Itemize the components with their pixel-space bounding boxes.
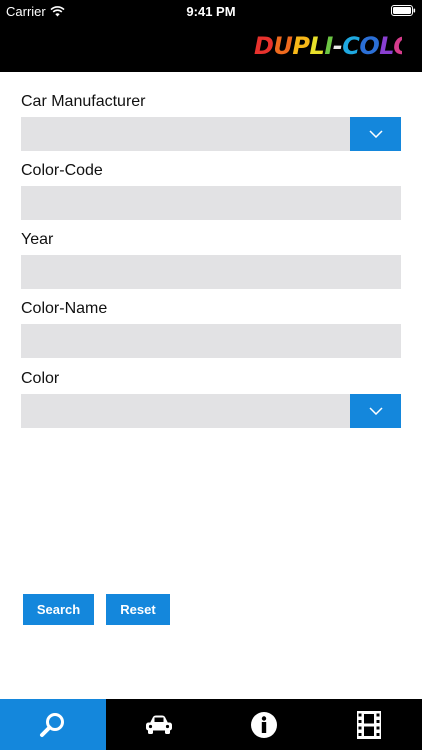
tab-search[interactable] <box>0 699 106 750</box>
color-code-label: Color-Code <box>21 162 103 179</box>
color-code-input[interactable] <box>21 186 401 220</box>
chevron-down-icon <box>368 130 383 138</box>
car-manufacturer-label: Car Manufacturer <box>21 93 146 110</box>
search-button[interactable]: Search <box>23 594 94 625</box>
status-bar: Carrier 9:41 PM <box>0 0 422 22</box>
svg-text:DUPLI-COLOR: DUPLI-COLOR <box>254 32 402 60</box>
search-icon <box>40 712 64 737</box>
color-label: Color <box>21 370 60 387</box>
car-icon <box>146 715 172 734</box>
color-dropdown-button[interactable] <box>350 394 401 428</box>
battery-icon <box>391 5 416 16</box>
car-manufacturer-dropdown-button[interactable] <box>350 117 401 151</box>
color-select[interactable] <box>21 394 401 428</box>
tab-video[interactable] <box>316 699 422 750</box>
clock: 9:41 PM <box>186 4 236 19</box>
dupli-color-logo: DUPLI-COLOR <box>254 32 402 60</box>
year-field-box <box>21 255 401 289</box>
chevron-down-icon <box>368 407 383 415</box>
tab-bar <box>0 699 422 750</box>
year-input[interactable] <box>21 255 401 289</box>
car-manufacturer-select[interactable] <box>21 117 401 151</box>
tab-car[interactable] <box>106 699 212 750</box>
info-icon <box>251 711 277 738</box>
reset-button[interactable]: Reset <box>106 594 170 625</box>
header: Carrier 9:41 PM DUPLI-COLOR <box>0 0 422 72</box>
film-icon <box>357 710 381 739</box>
year-label: Year <box>21 231 54 248</box>
color-code-field-box <box>21 186 401 220</box>
color-name-label: Color-Name <box>21 300 108 317</box>
color-name-input[interactable] <box>21 324 401 358</box>
color-name-field-box <box>21 324 401 358</box>
tab-info[interactable] <box>211 699 317 750</box>
